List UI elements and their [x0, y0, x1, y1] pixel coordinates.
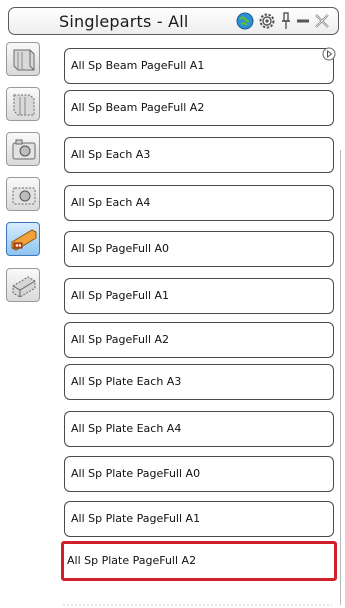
- beam-3d-tool[interactable]: [6, 268, 40, 302]
- list-item[interactable]: All Sp Plate PageFull A1: [64, 501, 334, 537]
- list-item[interactable]: All Sp PageFull A2: [64, 322, 334, 358]
- list-item[interactable]: All Sp Beam PageFull A2: [64, 90, 334, 126]
- title-bar: Singleparts - All: [8, 7, 339, 35]
- beam-icon: [13, 49, 35, 71]
- beam-view-tool[interactable]: [6, 42, 40, 76]
- globe-icon[interactable]: [236, 12, 254, 30]
- close-icon[interactable]: [314, 12, 330, 30]
- list-item[interactable]: All Sp Each A4: [64, 185, 334, 221]
- title-bar-icons: [236, 11, 330, 31]
- beam-3d-icon: [12, 276, 36, 298]
- beam-dashed-icon: [13, 94, 35, 116]
- list-item[interactable]: All Sp Plate Each A4: [64, 411, 334, 447]
- plate-icon: [11, 229, 37, 251]
- list-item[interactable]: All Sp Beam PageFull A1: [64, 48, 334, 84]
- list-item[interactable]: All Sp Each A3: [64, 137, 334, 173]
- scrollbar[interactable]: [340, 150, 341, 605]
- list-item[interactable]: All Sp Plate PageFull A0: [64, 456, 334, 492]
- list-item[interactable]: All Sp PageFull A0: [64, 231, 334, 267]
- resize-handle[interactable]: [62, 604, 332, 606]
- pin-icon[interactable]: [280, 12, 292, 30]
- list-item[interactable]: All Sp Plate Each A3: [64, 364, 334, 400]
- list-item-selected[interactable]: All Sp Plate PageFull A2: [61, 541, 337, 581]
- camera-dashed-icon: [12, 187, 36, 205]
- window-title: Singleparts - All: [59, 12, 189, 31]
- beam-dashed-view-tool[interactable]: [6, 87, 40, 121]
- list-item[interactable]: All Sp PageFull A1: [64, 278, 334, 314]
- plate-active-tool[interactable]: [6, 222, 40, 256]
- camera-icon: [12, 139, 36, 160]
- minimize-icon[interactable]: [296, 12, 310, 30]
- scroll-up-icon[interactable]: [322, 46, 336, 61]
- camera-dashed-tool[interactable]: [6, 177, 40, 211]
- camera-tool[interactable]: [6, 132, 40, 166]
- gear-icon[interactable]: [258, 12, 276, 30]
